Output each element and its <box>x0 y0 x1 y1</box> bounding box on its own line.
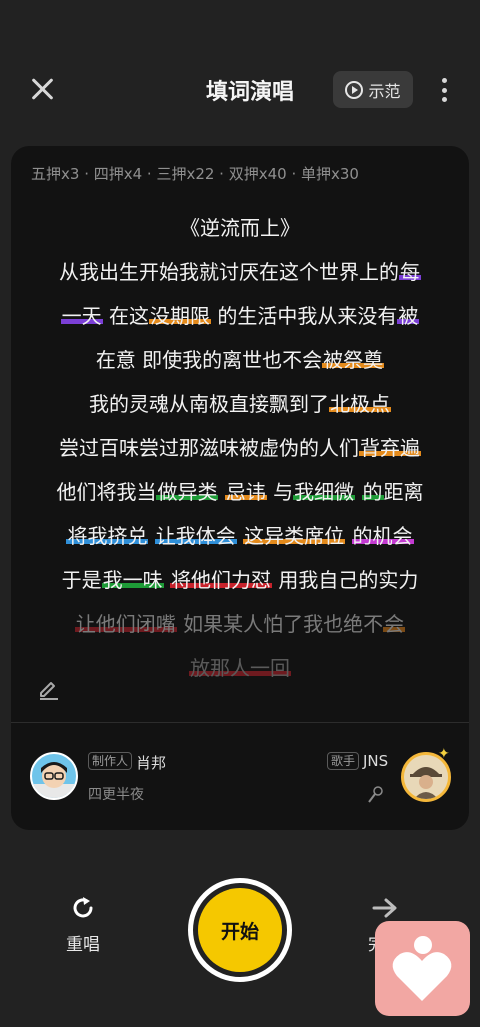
demo-button[interactable]: 示范 <box>333 71 413 108</box>
lyric-line: 于是我一味 将他们力怼 用我自己的实力 <box>11 558 469 602</box>
lyric-line: 他们将我当做异类 忌讳 与我细微 的距离 <box>11 470 469 514</box>
refresh-icon <box>73 897 93 918</box>
divider <box>11 722 469 723</box>
rhyme-highlight: 让他们闭嘴 <box>74 612 177 636</box>
lyric-text: 他们将我当 <box>56 480 157 504</box>
lyric-text: 在这 <box>102 304 149 328</box>
rhyme-highlight: 将我挤兑 <box>66 524 149 548</box>
start-button[interactable]: 开始 <box>188 878 292 982</box>
rhyme-highlight: 我一味 <box>101 568 164 592</box>
floating-widget[interactable] <box>375 921 470 1016</box>
rhyme-highlight: 做异类 <box>156 480 219 504</box>
lyric-line: 让他们闭嘴 如果某人怕了我也绝不会 <box>11 602 469 646</box>
lyric-text <box>355 480 361 504</box>
rhyme-highlight: 让我体会 <box>154 524 237 548</box>
play-circle-icon <box>345 80 364 99</box>
singer-tag: 歌手 <box>327 752 360 770</box>
lyric-text: 尝过百味尝过那滋味被虚伪的人们 <box>59 436 359 460</box>
lyric-text: 我的灵魂从南极直接飘到了 <box>89 392 329 416</box>
lyric-line: 我的灵魂从南极直接飘到了北极点 <box>11 382 469 426</box>
lyrics-title: 《逆流而上》 <box>180 216 300 240</box>
lyrics-block: 《逆流而上》 从我出生开始我就讨厌在这个世界上的每 一天 在这没期限 的生活中我从… <box>11 206 469 690</box>
lyric-text <box>148 524 154 548</box>
lyric-text: 如果某人怕了我也绝不 <box>176 612 384 636</box>
rhyme-highlight: 没期限 <box>149 304 211 328</box>
rhyme-stats: 五押x3 · 四押x4 · 三押x22 · 双押x40 · 单押x30 <box>31 165 359 183</box>
rhyme-highlight: 忌讳 <box>224 480 267 504</box>
lyric-text: 于是 <box>61 568 102 592</box>
sparkle-icon: ✦ <box>438 746 450 762</box>
rhyme-highlight: 背弃遍 <box>359 436 421 460</box>
lyric-text: 从我出生开始我就讨厌在这个世界上的 <box>59 260 399 284</box>
rhyme-highlight: 将他们力怼 <box>170 568 272 592</box>
lyric-line: 尝过百味尝过那滋味被虚伪的人们背弃遍 <box>11 426 469 470</box>
rhyme-highlight: 这异类席位 <box>243 524 346 548</box>
rhyme-highlight: 的 <box>361 480 384 504</box>
lyric-text: 与 <box>266 480 294 504</box>
rhyme-highlight: 我细微 <box>293 480 356 504</box>
pencil-icon[interactable] <box>37 676 61 700</box>
lyrics-card: 五押x3 · 四押x4 · 三押x22 · 双押x40 · 单押x30 《逆流而… <box>11 146 469 830</box>
arrow-right-icon <box>372 898 397 918</box>
rhyme-highlight: 被 <box>397 304 420 328</box>
lyric-text: 在意 即使我的离世也不会 <box>95 348 323 372</box>
lyric-line: 放那人一回 <box>11 646 469 690</box>
lyric-text: 距离 <box>383 480 424 504</box>
heart-person-icon <box>392 936 452 1001</box>
producer-avatar[interactable] <box>30 752 78 800</box>
producer-name[interactable]: 肖邦 <box>136 752 166 773</box>
rhyme-highlight: 一天 <box>60 304 103 328</box>
lyric-line: 一天 在这没期限 的生活中我从来没有被 <box>11 294 469 338</box>
microphone-icon[interactable] <box>367 786 383 804</box>
lyric-line: 将我挤兑 让我体会 这异类席位 的机会 <box>11 514 469 558</box>
rhyme-highlight: 每 <box>399 260 421 284</box>
demo-label: 示范 <box>368 81 401 101</box>
rhyme-highlight: 的机会 <box>351 524 414 548</box>
replay-button[interactable]: 重唱 <box>66 894 100 955</box>
rhyme-highlight: 被祭奠 <box>322 348 385 372</box>
lyric-line: 在意 即使我的离世也不会被祭奠 <box>11 338 469 382</box>
rhyme-highlight: 放那人一回 <box>189 656 291 680</box>
replay-label: 重唱 <box>66 935 100 955</box>
lyric-text: 的生活中我从来没有 <box>211 304 398 328</box>
producer-tag: 制作人 <box>88 752 133 770</box>
singer-name[interactable]: JNS <box>363 752 388 770</box>
lyric-text <box>345 524 351 548</box>
lyric-text: 用我自己的实力 <box>272 568 419 592</box>
start-label: 开始 <box>198 888 282 972</box>
producer-subtitle: 四更半夜 <box>88 787 144 803</box>
rhyme-highlight: 北极点 <box>329 392 391 416</box>
lyric-line: 从我出生开始我就讨厌在这个世界上的每 <box>11 250 469 294</box>
more-vertical-icon[interactable] <box>442 78 448 102</box>
lyric-text <box>218 480 224 504</box>
rhyme-highlight: 会 <box>383 612 406 636</box>
